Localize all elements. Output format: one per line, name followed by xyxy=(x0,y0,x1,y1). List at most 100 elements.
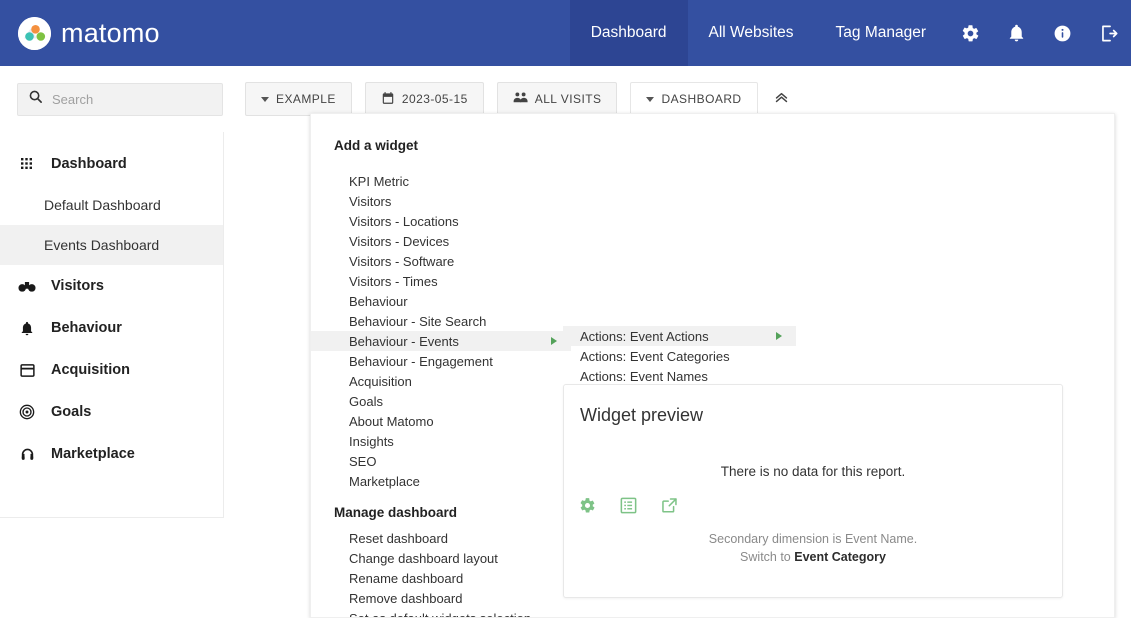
nav-item-tag-manager[interactable]: Tag Manager xyxy=(815,0,947,66)
caret-down-icon xyxy=(261,96,269,102)
widget-preview-actions xyxy=(564,479,1062,514)
nav-item-dashboard[interactable]: Dashboard xyxy=(569,0,688,66)
info-icon[interactable] xyxy=(1039,0,1085,66)
nav-item-all-websites[interactable]: All Websites xyxy=(688,0,815,66)
table-icon[interactable] xyxy=(620,497,637,514)
widget-category-item[interactable]: Acquisition xyxy=(311,371,571,391)
widget-category-label: Goals xyxy=(349,393,383,409)
headphones-icon xyxy=(17,447,37,462)
widget-category-item[interactable]: Visitors - Software xyxy=(311,251,571,271)
manage-item-change-layout[interactable]: Change dashboard layout xyxy=(311,548,571,568)
widget-category-item[interactable]: Visitors - Devices xyxy=(311,231,571,251)
manage-item-label: Set as default widgets selection xyxy=(349,610,532,618)
widget-category-item[interactable]: About Matomo xyxy=(311,411,571,431)
widget-category-item[interactable]: Visitors xyxy=(311,191,571,211)
widget-category-item-behaviour-events[interactable]: Behaviour - Events xyxy=(311,331,571,351)
sidebar-item-events-dashboard[interactable]: Events Dashboard xyxy=(0,225,223,265)
collapse-toolbar-button[interactable] xyxy=(767,84,797,114)
segment-selector-button[interactable]: ALL VISITS xyxy=(496,82,618,116)
widget-category-item[interactable]: SEO xyxy=(311,451,571,471)
submenu-item-label: Actions: Event Names xyxy=(580,368,708,384)
widget-category-label: Visitors - Software xyxy=(349,253,455,269)
manage-item-label: Rename dashboard xyxy=(349,570,464,586)
bell-icon xyxy=(17,320,37,336)
manage-item-label: Reset dashboard xyxy=(349,530,449,546)
manage-dashboard-title: Manage dashboard xyxy=(334,505,458,520)
sidebar-item-dashboard[interactable]: Dashboard xyxy=(0,143,223,185)
search-box[interactable] xyxy=(17,82,223,116)
widget-submenu: Actions: Event Actions Actions: Event Ca… xyxy=(563,326,796,386)
widget-category-item[interactable]: Behaviour - Site Search xyxy=(311,311,571,331)
search-input[interactable] xyxy=(52,91,212,107)
sidebar-label-visitors: Visitors xyxy=(51,278,104,294)
widget-category-item[interactable]: Insights xyxy=(311,431,571,451)
sidebar-item-goals[interactable]: Goals xyxy=(0,391,223,433)
binoculars-icon xyxy=(17,280,37,293)
widget-category-item[interactable]: Visitors - Times xyxy=(311,271,571,291)
widget-category-label: Visitors xyxy=(349,193,392,209)
submenu-item-label: Actions: Event Actions xyxy=(580,328,709,344)
add-widget-title: Add a widget xyxy=(334,138,418,153)
widget-preview-no-data-message: There is no data for this report. xyxy=(720,464,906,479)
sidebar-label-dashboard: Dashboard xyxy=(51,156,127,172)
widget-category-label: Visitors - Locations xyxy=(349,213,459,229)
sidebar-item-visitors[interactable]: Visitors xyxy=(0,265,223,307)
gear-icon[interactable] xyxy=(579,497,596,514)
manage-item-label: Change dashboard layout xyxy=(349,550,498,566)
widget-category-label: Behaviour - Events xyxy=(349,333,459,349)
widget-category-label: Behaviour - Site Search xyxy=(349,313,487,329)
widget-category-item[interactable]: Behaviour - Engagement xyxy=(311,351,571,371)
manage-item-remove-dashboard[interactable]: Remove dashboard xyxy=(311,588,571,608)
sidebar-item-default-dashboard[interactable]: Default Dashboard xyxy=(0,185,223,225)
site-selector-button[interactable]: EXAMPLE xyxy=(245,82,352,116)
widget-category-label: Behaviour xyxy=(349,293,408,309)
widget-category-item[interactable]: Marketplace xyxy=(311,471,571,491)
widget-category-label: About Matomo xyxy=(349,413,434,429)
manage-item-set-default-widgets[interactable]: Set as default widgets selection xyxy=(311,608,571,618)
switch-dimension-link[interactable]: Event Category xyxy=(794,550,886,564)
calendar-icon xyxy=(381,91,395,108)
widget-category-menu: KPI Metric Visitors Visitors - Locations… xyxy=(311,171,571,618)
sidebar-item-marketplace[interactable]: Marketplace xyxy=(0,433,223,475)
widget-category-item[interactable]: Behaviour xyxy=(311,291,571,311)
widget-category-label: Insights xyxy=(349,433,394,449)
window-icon xyxy=(17,363,37,378)
manage-item-reset-dashboard[interactable]: Reset dashboard xyxy=(311,528,571,548)
sidebar-label-goals: Goals xyxy=(51,404,92,420)
caret-down-icon xyxy=(646,96,655,102)
date-selector-button[interactable]: 2023-05-15 xyxy=(364,82,484,116)
brand-name: matomo xyxy=(61,17,160,48)
widget-category-item[interactable]: Goals xyxy=(311,391,571,411)
add-widget-panel: Add a widget KPI Metric Visitors Visitor… xyxy=(310,113,1115,618)
bell-icon[interactable] xyxy=(993,0,1039,66)
sidebar-label-marketplace: Marketplace xyxy=(51,446,135,462)
sign-out-icon[interactable] xyxy=(1085,0,1131,66)
gear-icon[interactable] xyxy=(947,0,993,66)
widget-category-label: Acquisition xyxy=(349,373,412,389)
submenu-item-event-actions[interactable]: Actions: Event Actions xyxy=(563,326,796,346)
sidebar-item-behaviour[interactable]: Behaviour xyxy=(0,307,223,349)
submenu-item-event-categories[interactable]: Actions: Event Categories xyxy=(563,346,796,366)
matomo-logo-icon xyxy=(18,16,51,50)
target-icon xyxy=(17,404,37,420)
date-selector-label: 2023-05-15 xyxy=(401,92,468,106)
widget-category-label: Marketplace xyxy=(349,473,420,489)
grid-icon xyxy=(17,157,37,171)
chevron-right-icon xyxy=(551,337,557,345)
sidebar-label-acquisition: Acquisition xyxy=(51,362,130,378)
widget-category-item[interactable]: Visitors - Locations xyxy=(311,211,571,231)
sidebar-label-behaviour: Behaviour xyxy=(51,320,122,336)
manage-item-rename-dashboard[interactable]: Rename dashboard xyxy=(311,568,571,588)
widget-preview-card: Widget preview There is no data for this… xyxy=(563,384,1063,598)
submenu-item-event-names[interactable]: Actions: Event Names xyxy=(563,366,796,386)
widget-preview-footer: Secondary dimension is Event Name. Switc… xyxy=(564,530,1062,566)
dashboard-selector-button[interactable]: DASHBOARD xyxy=(630,82,758,116)
submenu-item-label: Actions: Event Categories xyxy=(580,348,730,364)
widget-category-item[interactable]: KPI Metric xyxy=(311,171,571,191)
sidebar-item-acquisition[interactable]: Acquisition xyxy=(0,349,223,391)
switch-prefix-text: Switch to xyxy=(740,550,795,565)
widget-category-label: KPI Metric xyxy=(349,173,409,189)
brand-logo[interactable]: matomo xyxy=(0,0,300,66)
export-icon[interactable] xyxy=(661,497,678,514)
